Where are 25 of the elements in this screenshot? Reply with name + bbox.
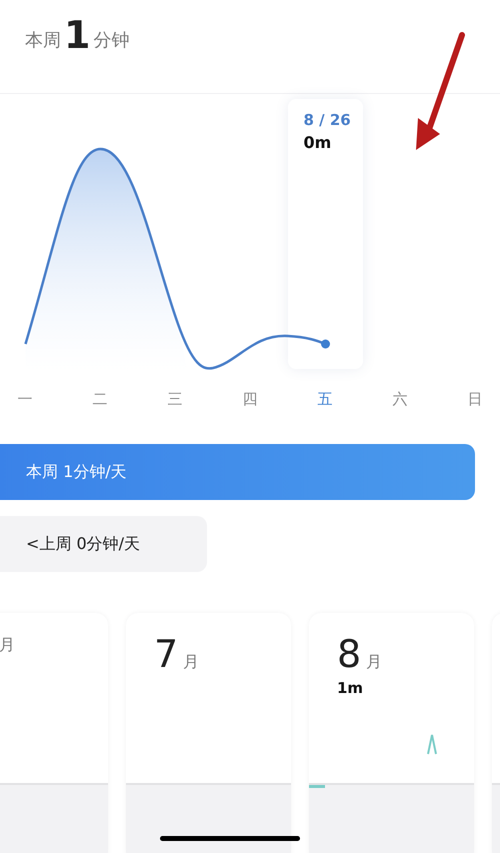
tooltip-value: 0m	[304, 133, 332, 152]
month-unit: 月	[183, 652, 200, 673]
progress-tick	[309, 785, 325, 788]
sparkline-drawing	[427, 733, 437, 755]
weekday-label[interactable]: 六	[362, 390, 438, 408]
month-card[interactable]: 月	[0, 613, 108, 853]
weekday-label[interactable]: 二	[62, 390, 138, 408]
weekday-label[interactable]: 三	[138, 390, 212, 408]
weekday-label[interactable]: 四	[212, 390, 288, 408]
summary-unit: 分钟	[93, 29, 130, 52]
month-card[interactable]: 8 月 1m	[309, 613, 474, 853]
weekday-label[interactable]: 五	[288, 390, 362, 408]
summary-value: 1	[64, 16, 90, 54]
month-unit: 月	[0, 635, 15, 656]
month-number: 8	[337, 635, 362, 673]
week-range-button[interactable]: <上周 0分钟/天	[0, 516, 207, 572]
month-number: 7	[154, 635, 178, 673]
month-value: 1m	[337, 679, 364, 697]
weekday-label[interactable]: 日	[438, 390, 500, 408]
month-card[interactable]: 7 月	[126, 613, 291, 853]
weekday-label[interactable]: 一	[0, 390, 62, 408]
tooltip-date: 8 / 26	[304, 111, 352, 129]
summary-prefix: 本周	[25, 29, 61, 52]
week-range-button[interactable]: 本周 1分钟/天	[0, 444, 475, 500]
month-unit: 月	[366, 652, 382, 673]
